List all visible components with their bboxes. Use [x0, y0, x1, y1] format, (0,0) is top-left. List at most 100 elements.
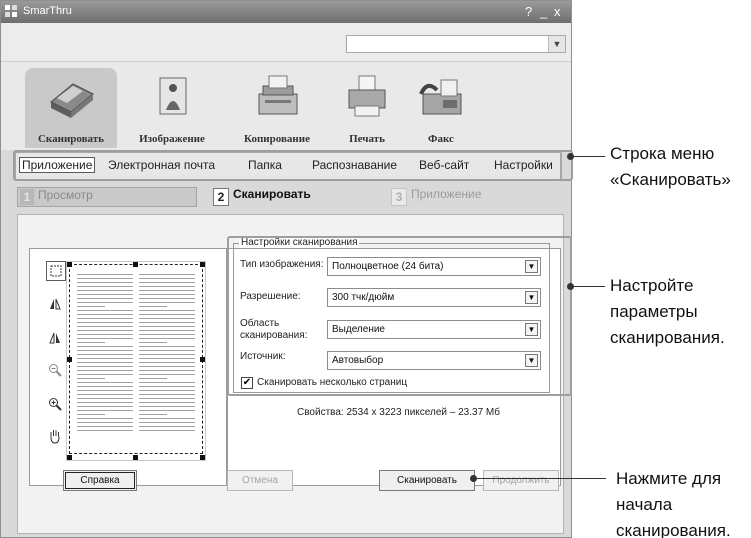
resize-handle[interactable] — [67, 357, 72, 362]
step-label: Просмотр — [38, 188, 93, 202]
thumbnail-text-line — [139, 274, 195, 275]
scanner-icon — [50, 83, 94, 118]
resize-handle[interactable] — [133, 455, 138, 460]
scan-button[interactable]: Сканировать — [379, 470, 475, 491]
thumbnail-text-line — [77, 390, 133, 391]
flip-horizontal-icon[interactable] — [46, 295, 64, 313]
step-scan[interactable]: 2 Сканировать — [211, 187, 391, 207]
step-preview[interactable]: 1 Просмотр — [17, 187, 197, 207]
printer-icon — [348, 75, 386, 117]
callout-settings: Настройте параметры сканирования. — [610, 273, 725, 351]
thumbnail-text-line — [77, 398, 133, 399]
thumbnail-text-line — [139, 334, 195, 335]
close-button[interactable]: x — [554, 4, 561, 19]
thumbnail-text-line — [77, 410, 133, 411]
toolbar-copy[interactable]: Копирование — [231, 68, 323, 148]
thumbnail-text-line — [139, 322, 195, 323]
thumbnail-text-line — [139, 414, 167, 415]
zoom-in-icon[interactable] — [46, 395, 64, 413]
toolbar-label: Факс — [428, 133, 454, 145]
step-label: Сканировать — [233, 187, 311, 201]
title-bar: SmarThru ? _ x — [1, 1, 571, 23]
help-icon[interactable]: ? — [525, 4, 532, 19]
thumbnail-text-line — [77, 278, 133, 279]
thumbnail-text-line — [139, 342, 167, 343]
thumbnail-text-line — [139, 318, 195, 319]
thumbnail-text-line — [139, 338, 195, 339]
thumbnail-text-line — [77, 282, 133, 283]
step-number: 1 — [20, 189, 34, 205]
toolbar-image[interactable]: Изображение — [126, 68, 218, 148]
thumbnail-text-line — [139, 346, 195, 347]
app-icon — [5, 5, 17, 17]
thumbnail-text-line — [77, 314, 133, 315]
thumbnail-text-line — [139, 362, 195, 363]
thumbnail-text-line — [77, 362, 133, 363]
resize-handle[interactable] — [200, 262, 205, 267]
thumbnail-text-line — [77, 358, 133, 359]
thumbnail-text-line — [139, 310, 195, 311]
resize-handle[interactable] — [200, 357, 205, 362]
thumbnail-text-line — [77, 274, 133, 275]
step-application[interactable]: 3 Приложение — [389, 187, 559, 207]
thumbnail-text-line — [139, 350, 195, 351]
thumbnail-text-line — [139, 290, 195, 291]
callout-scan-line1: Нажмите для — [616, 469, 722, 488]
thumbnail-text-line — [139, 354, 195, 355]
thumbnail-text-line — [77, 306, 105, 307]
scan-preview[interactable] — [66, 261, 206, 461]
copier-icon — [258, 75, 298, 115]
thumbnail-text-line — [139, 370, 195, 371]
select-area-icon[interactable] — [46, 261, 66, 281]
thumbnail-text-line — [139, 326, 195, 327]
thumbnail-text-line — [139, 422, 195, 423]
image-icon — [159, 77, 187, 115]
thumbnail-text-line — [139, 418, 195, 419]
hand-icon[interactable] — [46, 427, 64, 445]
thumbnail-text-line — [139, 306, 167, 307]
chevron-down-icon[interactable]: ▼ — [548, 36, 565, 52]
help-button[interactable]: Справка — [63, 470, 137, 491]
rotate-icon[interactable] — [46, 329, 64, 347]
callout-settings-line1: Настройте — [610, 276, 694, 295]
fax-icon — [419, 79, 462, 115]
toolbar-fax[interactable]: Факс — [395, 68, 487, 148]
callout-line — [474, 478, 606, 479]
thumbnail-text-line — [77, 318, 133, 319]
wizard-steps: 1 Просмотр 2 Сканировать 3 Приложение — [1, 185, 571, 211]
thumbnail-text-line — [139, 314, 195, 315]
thumbnail-text-line — [139, 286, 195, 287]
toolbar-label: Копирование — [244, 133, 310, 145]
thumbnail-text-line — [139, 390, 195, 391]
toolbar-label: Сканировать — [37, 133, 104, 145]
thumbnail-text-line — [139, 330, 195, 331]
callout-settings-line3: сканирования. — [610, 328, 725, 347]
thumbnail-text-line — [139, 402, 195, 403]
scan-properties: Свойства: 2534 x 3223 пикселей – 23.37 М… — [297, 407, 500, 418]
resize-handle[interactable] — [67, 262, 72, 267]
thumbnail-text-line — [139, 382, 195, 383]
zoom-out-icon[interactable] — [46, 361, 64, 379]
device-selector-row: ▼ — [1, 23, 571, 62]
settings-highlight-frame — [227, 236, 572, 396]
callout-line — [571, 156, 605, 157]
device-dropdown[interactable]: ▼ — [346, 35, 566, 53]
minimize-button[interactable]: _ — [540, 4, 547, 19]
resize-handle[interactable] — [133, 262, 138, 267]
thumbnail-text-line — [77, 350, 133, 351]
toolbar-scan[interactable]: Сканировать — [25, 68, 117, 148]
thumbnail-text-line — [139, 386, 195, 387]
callout-menu: Строка меню «Сканировать» — [610, 141, 731, 193]
thumbnail-text-line — [77, 346, 133, 347]
callout-line — [571, 286, 605, 287]
thumbnail-text-line — [77, 322, 133, 323]
next-button[interactable]: Продолжить — [483, 470, 559, 491]
resize-handle[interactable] — [200, 455, 205, 460]
thumbnail-text-line — [77, 366, 133, 367]
resize-handle[interactable] — [67, 455, 72, 460]
thumbnail-text-line — [77, 326, 133, 327]
thumbnail-text-line — [77, 414, 105, 415]
thumbnail-text-line — [77, 334, 133, 335]
thumbnail-text-line — [77, 386, 133, 387]
cancel-button[interactable]: Отмена — [227, 470, 293, 491]
